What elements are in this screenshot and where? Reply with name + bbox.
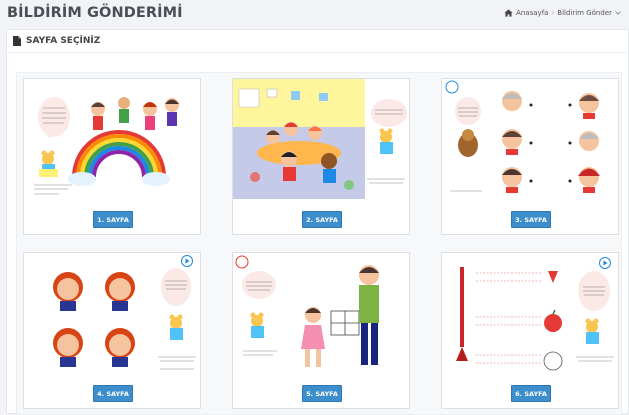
panel-title: SAYFA SEÇİNİZ xyxy=(26,36,101,46)
select-page-4-button[interactable]: 4. SAYFA xyxy=(93,385,133,402)
page-card-2[interactable]: 2. SAYFA xyxy=(232,78,410,235)
page-header: BİLDİRİM GÖNDERİMİ Anasayfa › Bildirim G… xyxy=(0,0,629,28)
girl-emotions-illustration xyxy=(24,253,200,380)
breadcrumb-home-link[interactable]: Anasayfa xyxy=(516,9,548,17)
select-page-5-button[interactable]: 5. SAYFA xyxy=(302,385,342,402)
select-page-1-button[interactable]: 1. SAYFA xyxy=(93,211,133,228)
select-page-3-button[interactable]: 3. SAYFA xyxy=(511,211,551,228)
rainbow-illustration xyxy=(24,79,200,206)
select-page-2-button[interactable]: 2. SAYFA xyxy=(302,211,342,228)
gift-illustration xyxy=(233,253,409,380)
breadcrumb-current: Bildirim Gönder xyxy=(557,9,612,17)
page-card-4[interactable]: 4. SAYFA xyxy=(23,252,201,409)
classroom-illustration xyxy=(233,79,409,206)
page-title: BİLDİRİM GÖNDERİMİ xyxy=(7,5,183,21)
file-icon xyxy=(13,36,21,46)
page-select-panel: SAYFA SEÇİNİZ 1. SAYFA 2. SAYFA 3. SAYFA… xyxy=(6,29,629,415)
page-thumbnail-2 xyxy=(233,79,409,206)
select-page-6-button[interactable]: 6. SAYFA xyxy=(511,385,551,402)
home-icon xyxy=(504,9,513,17)
page-card-3[interactable]: 3. SAYFA xyxy=(441,78,619,235)
page-grid: 1. SAYFA 2. SAYFA 3. SAYFA 4. SAYFA 5. S… xyxy=(16,72,622,415)
page-thumbnail-4 xyxy=(24,253,200,380)
page-thumbnail-3 xyxy=(442,79,618,206)
page-thumbnail-6 xyxy=(442,253,618,380)
panel-header: SAYFA SEÇİNİZ xyxy=(7,30,629,53)
strawberry-apple-illustration xyxy=(442,253,618,380)
page-card-5[interactable]: 5. SAYFA xyxy=(232,252,410,409)
page-card-6[interactable]: 6. SAYFA xyxy=(441,252,619,409)
page-thumbnail-1 xyxy=(24,79,200,206)
page-thumbnail-5 xyxy=(233,253,409,380)
breadcrumb-separator: › xyxy=(551,9,555,17)
page-card-1[interactable]: 1. SAYFA xyxy=(23,78,201,235)
breadcrumb: Anasayfa › Bildirim Gönder xyxy=(504,9,621,17)
family-faces-illustration xyxy=(442,79,618,206)
chevron-down-icon xyxy=(615,11,621,15)
